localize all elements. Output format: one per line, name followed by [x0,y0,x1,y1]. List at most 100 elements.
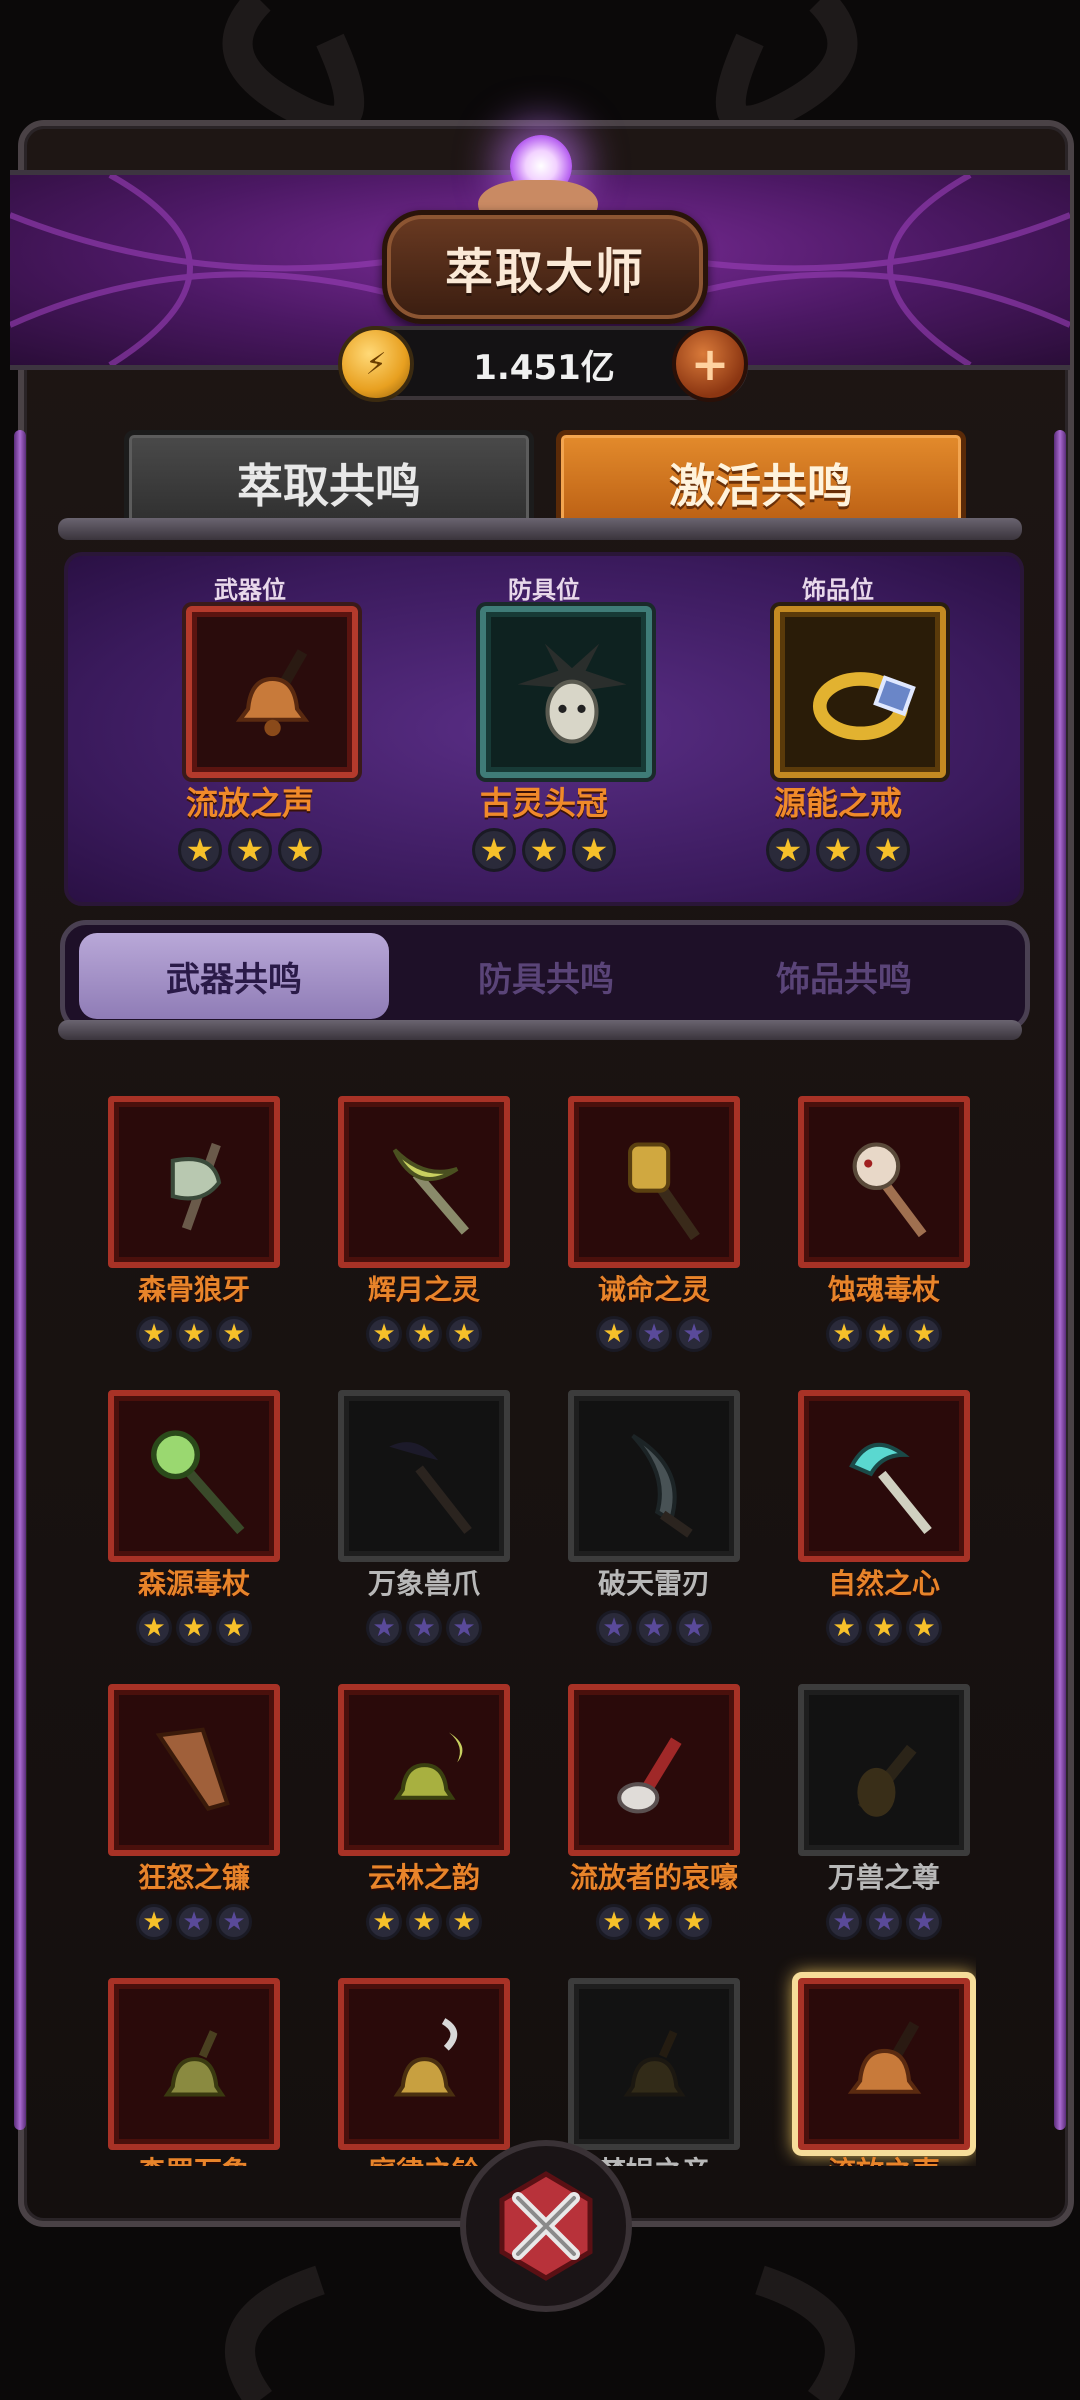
star-icon [178,828,222,872]
weapon-card-box[interactable] [338,1096,510,1268]
weapon-card[interactable]: 云林之韵 [338,1684,510,1978]
star-icon [596,1610,632,1646]
star-rating [338,1610,510,1650]
weapon-card[interactable]: 流放之声 [798,1978,970,2166]
accessory-slot-box[interactable] [774,606,946,778]
add-currency-button[interactable]: + [672,326,748,402]
weapon-card-box[interactable] [798,1684,970,1856]
golden-mace-icon [628,1142,700,1241]
weapon-name: 万兽之尊 [827,1861,940,1894]
weapon-name: 森骨狼牙 [137,1273,250,1306]
weapon-card[interactable]: 庭律之铃 [338,1978,510,2166]
star-icon [216,1316,252,1352]
weapon-slot[interactable]: 武器位 流放之声 [140,556,360,902]
star-rating [568,1316,740,1356]
moon-bell-icon [393,1732,463,1800]
star-icon [446,1904,482,1940]
accessory-slot[interactable]: 饰品位 源能之戒 [728,556,948,902]
armor-slot[interactable]: 防具位 古灵头冠 [434,556,654,902]
equipped-panel: 武器位 流放之声 防具位 古灵头冠 饰品位 [64,552,1024,906]
star-icon [136,1610,172,1646]
weapon-card[interactable]: 万兽之尊 [798,1684,970,1978]
claw-staff-icon [389,1442,472,1534]
star-icon [366,1610,402,1646]
weapon-card[interactable]: 森骨狼牙 [108,1096,280,1390]
star-rating [798,1904,970,1944]
orb-staff-icon [151,1430,245,1535]
weapon-card-box[interactable] [798,1390,970,1562]
star-icon [766,828,810,872]
slot-label: 防具位 [508,576,580,604]
weapon-card[interactable]: 诫命之灵 [568,1096,740,1390]
weapon-card[interactable]: 辉月之灵 [338,1096,510,1390]
weapon-card-box[interactable] [338,1978,510,2150]
star-icon [906,1316,942,1352]
star-rating [798,1316,970,1356]
slot-item-name: 古灵头冠 [479,784,608,822]
weapon-card[interactable]: 森罗万象 [108,1978,280,2166]
tab-weapon-resonance[interactable]: 武器共鸣 [79,933,389,1019]
star-icon [176,1610,212,1646]
weapon-name: 自然之心 [827,1567,940,1600]
star-rating [140,828,360,876]
weapon-name: 辉月之灵 [367,1273,480,1306]
star-icon [866,1316,902,1352]
bone-club-icon [617,1737,682,1814]
green-bell-icon [163,2030,226,2097]
weapon-name: 流放者的哀嚎 [569,1861,738,1894]
star-icon [866,1610,902,1646]
weapon-card-box[interactable] [568,1390,740,1562]
star-rating [798,1610,970,1650]
star-icon [366,1904,402,1940]
star-icon [596,1904,632,1940]
weapon-card[interactable]: 梵娲之音 [568,1978,740,2166]
crystal-staff-icon [849,1442,932,1534]
star-rating [568,1610,740,1650]
bone-axe-icon [170,1142,222,1231]
weapon-card-box[interactable] [338,1684,510,1856]
ring-icon [812,672,916,741]
star-icon [278,828,322,872]
weapon-card[interactable]: 万象兽爪 [338,1390,510,1684]
tab-accessory-resonance[interactable]: 饰品共鸣 [689,933,999,1019]
weapon-card[interactable]: 自然之心 [798,1390,970,1684]
weapon-card-box[interactable] [108,1096,280,1268]
crescent-staff-icon [392,1148,469,1235]
coin-icon: ⚡ [338,326,414,402]
star-icon [406,1610,442,1646]
weapon-card[interactable]: 森源毒杖 [108,1390,280,1684]
star-icon [636,1904,672,1940]
dark-bell-icon [623,2030,686,2097]
star-icon [176,1316,212,1352]
star-icon [216,1610,252,1646]
weapon-name: 庭律之铃 [338,2150,510,2166]
weapon-card-box[interactable] [798,1978,970,2150]
weapon-card-box[interactable] [108,1390,280,1562]
bell-icon [847,2021,922,2094]
bell-icon [235,649,310,737]
weapon-card[interactable]: 狂怒之镰 [108,1684,280,1978]
star-icon [826,1904,862,1940]
weapon-slot-box[interactable] [186,606,358,778]
weapon-card-box[interactable] [108,1978,280,2150]
tab-armor-resonance[interactable]: 防具共鸣 [391,933,701,1019]
weapon-card[interactable]: 流放者的哀嚎 [568,1684,740,1978]
weapon-card-box[interactable] [568,1684,740,1856]
weapon-card[interactable]: 蚀魂毒杖 [798,1096,970,1390]
star-rating [728,828,948,876]
star-icon [572,828,616,872]
slot-item-name: 源能之戒 [773,784,902,822]
star-icon [636,1316,672,1352]
star-rating [434,828,654,876]
armor-slot-box[interactable] [480,606,652,778]
weapon-name: 蚀魂毒杖 [827,1273,940,1306]
weapon-card-box[interactable] [568,1978,740,2150]
close-button[interactable] [460,2140,632,2312]
star-rating [568,1904,740,1944]
title-plate: 萃取大师 [382,210,708,324]
weapon-card-box[interactable] [108,1684,280,1856]
weapon-card-box[interactable] [568,1096,740,1268]
weapon-card[interactable]: 破天雷刃 [568,1390,740,1684]
weapon-card-box[interactable] [338,1390,510,1562]
weapon-card-box[interactable] [798,1096,970,1268]
